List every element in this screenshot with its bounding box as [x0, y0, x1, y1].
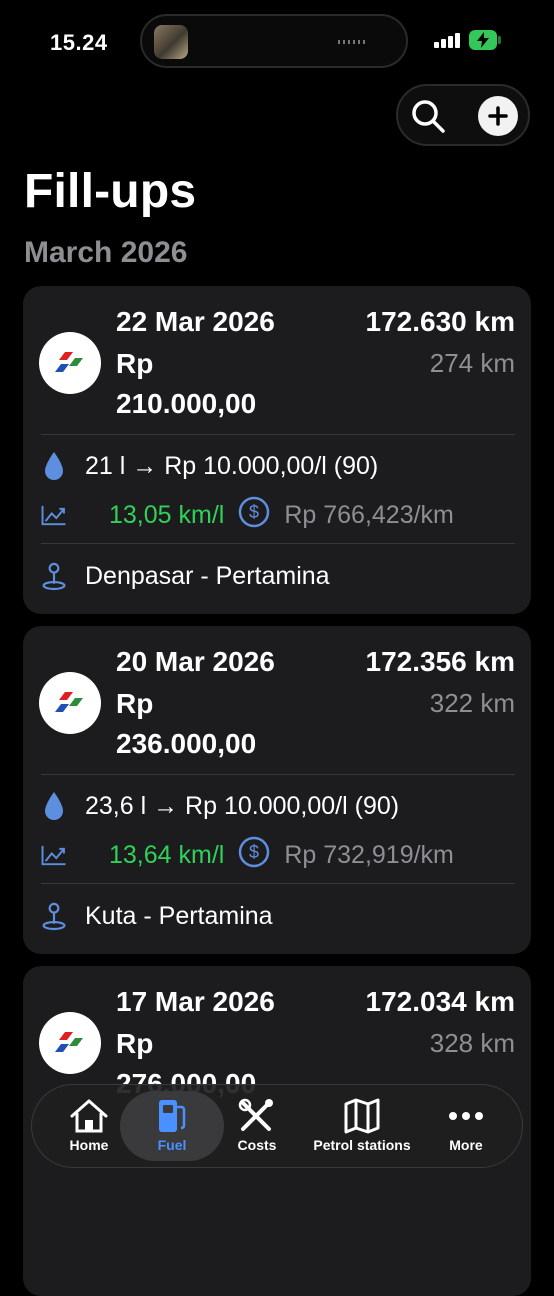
distance-since-last: 328 km: [429, 1028, 515, 1058]
volume-price-row: 21 l → Rp 10.000,00/l (90): [41, 446, 515, 486]
amount-currency: Rp: [116, 688, 154, 719]
battery-charging-icon: [469, 30, 501, 50]
fuel-pump-icon: [155, 1097, 189, 1135]
tab-more[interactable]: More: [428, 1091, 504, 1161]
odometer-reading: 172.630 km: [365, 306, 515, 337]
fuel-efficiency: 13,64 km/l: [109, 840, 225, 869]
location-pin-icon: [41, 560, 67, 592]
pertamina-logo: [39, 1012, 101, 1074]
svg-text:$: $: [249, 842, 259, 862]
tab-petrol-stations[interactable]: Petrol stations: [302, 1091, 422, 1161]
tab-label: More: [449, 1137, 483, 1153]
section-header-month: March 2026: [24, 236, 188, 269]
efficiency-row: 13,05 km/l $ Rp 766,423/km: [41, 495, 515, 535]
station-name: Kuta - Pertamina: [85, 901, 273, 930]
tab-label: Petrol stations: [313, 1137, 411, 1153]
distance-since-last: 322 km: [429, 688, 515, 718]
odometer-reading: 172.356 km: [365, 646, 515, 677]
odometer-reading: 172.034 km: [365, 986, 515, 1017]
tab-home[interactable]: Home: [54, 1091, 124, 1161]
page-title: Fill-ups: [24, 165, 197, 218]
search-button[interactable]: [406, 94, 450, 138]
now-playing-artwork: [154, 25, 188, 59]
trend-chart-icon: [41, 839, 67, 871]
divider: [41, 543, 515, 544]
fillup-amount: 210.000,00: [116, 388, 257, 419]
amount-currency: Rp: [116, 1028, 154, 1059]
dollar-circle-icon: $: [238, 836, 270, 875]
fillup-card[interactable]: 22 Mar 2026 172.630 km Rp 210.000,00 274…: [23, 286, 531, 614]
fillup-amount: 236.000,00: [116, 728, 257, 759]
ellipsis-icon: [448, 1097, 484, 1135]
house-icon: [69, 1097, 109, 1135]
tab-fuel[interactable]: Fuel: [120, 1091, 224, 1161]
plus-icon: [488, 106, 508, 126]
trend-chart-icon: [41, 499, 67, 531]
fillup-date: 20 Mar 2026: [116, 646, 275, 677]
divider: [41, 434, 515, 435]
tab-label: Fuel: [157, 1137, 187, 1153]
cellular-signal-icon: [434, 32, 462, 48]
fillup-date: 22 Mar 2026: [116, 306, 275, 337]
dynamic-island[interactable]: [140, 14, 408, 68]
fuel-drop-icon: [41, 450, 67, 482]
tab-costs[interactable]: Costs: [224, 1091, 290, 1161]
divider: [41, 774, 515, 775]
map-icon: [343, 1097, 381, 1135]
tab-bar: Home Fuel Costs Petrol stations More: [31, 1084, 523, 1168]
cost-per-km: Rp 732,919/km: [284, 840, 454, 869]
fillup-card[interactable]: 20 Mar 2026 172.356 km Rp 236.000,00 322…: [23, 626, 531, 954]
fuel-efficiency: 13,05 km/l: [109, 500, 225, 529]
distance-since-last: 274 km: [429, 348, 515, 378]
fillup-date: 17 Mar 2026: [116, 986, 275, 1017]
volume-price: 23,6 l → Rp 10.000,00/l (90): [85, 791, 400, 820]
volume-price-row: 23,6 l → Rp 10.000,00/l (90): [41, 786, 515, 826]
svg-text:$: $: [249, 502, 259, 522]
status-bar: 15.24: [0, 0, 554, 80]
tab-label: Home: [69, 1137, 109, 1153]
station-row: Denpasar - Pertamina: [41, 556, 515, 596]
fuel-drop-icon: [41, 790, 67, 822]
toolbar-actions: [396, 84, 530, 146]
audio-waveform-icon: [338, 40, 366, 44]
cost-per-km: Rp 766,423/km: [284, 500, 454, 529]
location-pin-icon: [41, 900, 67, 932]
station-row: Kuta - Pertamina: [41, 896, 515, 936]
pertamina-logo: [39, 672, 101, 734]
station-name: Denpasar - Pertamina: [85, 561, 330, 590]
dollar-circle-icon: $: [238, 496, 270, 535]
add-fillup-button[interactable]: [476, 94, 520, 138]
wrench-screwdriver-icon: [237, 1097, 277, 1135]
status-time: 15.24: [50, 30, 108, 55]
divider: [41, 883, 515, 884]
pertamina-logo: [39, 332, 101, 394]
tab-label: Costs: [237, 1137, 277, 1153]
volume-price: 21 l → Rp 10.000,00/l (90): [85, 451, 379, 480]
search-icon: [412, 100, 445, 133]
amount-currency: Rp: [116, 348, 154, 379]
efficiency-row: 13,64 km/l $ Rp 732,919/km: [41, 835, 515, 875]
